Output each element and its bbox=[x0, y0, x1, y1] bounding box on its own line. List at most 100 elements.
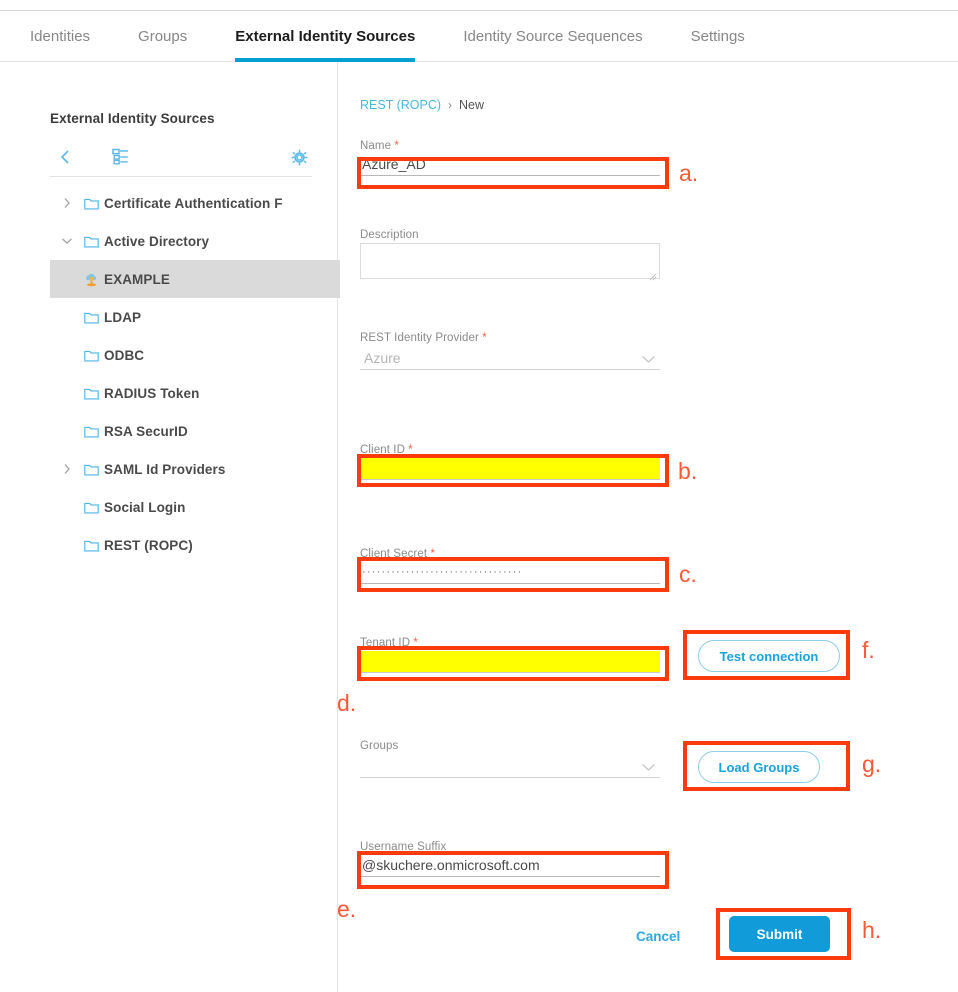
chevron-down-icon bbox=[641, 759, 656, 777]
cancel-button[interactable]: Cancel bbox=[630, 928, 686, 945]
required-marker: * bbox=[430, 548, 436, 560]
folder-icon bbox=[78, 501, 104, 514]
tree-item-label: RADIUS Token bbox=[104, 385, 200, 401]
rest-identity-provider-value: Azure bbox=[360, 346, 660, 370]
gear-icon[interactable] bbox=[286, 144, 312, 170]
chevron-down-icon[interactable] bbox=[56, 237, 78, 245]
tree-item-ldap[interactable]: LDAP bbox=[50, 298, 340, 336]
client-id-field: Client ID * bbox=[360, 444, 660, 480]
chevron-right-icon[interactable] bbox=[56, 197, 78, 209]
submit-button[interactable]: Submit bbox=[729, 916, 830, 952]
rest-identity-provider-field: REST Identity Provider * Azure bbox=[360, 332, 660, 370]
tab-label: Identities bbox=[30, 28, 91, 45]
required-marker: * bbox=[413, 637, 418, 649]
client-secret-field: Client Secret * bbox=[360, 548, 660, 584]
tree-item-saml-id-providers[interactable]: SAML Id Providers bbox=[50, 450, 340, 488]
description-field: Description bbox=[360, 229, 660, 284]
groups-value bbox=[360, 754, 660, 778]
tree-item-label: Social Login bbox=[104, 499, 186, 515]
tree-item-label: SAML Id Providers bbox=[104, 461, 226, 477]
tenant-id-input[interactable] bbox=[360, 651, 660, 673]
client-secret-input[interactable] bbox=[360, 562, 660, 584]
chevron-down-icon bbox=[641, 351, 656, 369]
tree-item-label: Certificate Authentication F bbox=[104, 195, 283, 211]
username-suffix-input[interactable] bbox=[360, 855, 660, 877]
breadcrumb-separator-icon: › bbox=[448, 98, 453, 112]
identity-source-tree: Certificate Authentication F Active Dire… bbox=[50, 184, 340, 564]
name-field: Name * bbox=[360, 140, 660, 176]
description-textarea-wrap bbox=[360, 243, 660, 284]
folder-icon bbox=[78, 311, 104, 324]
tree-item-certificate-authentication-profile[interactable]: Certificate Authentication F bbox=[50, 184, 340, 222]
description-label: Description bbox=[360, 229, 419, 241]
rest-identity-provider-label: REST Identity Provider * bbox=[360, 332, 660, 344]
client-id-label: Client ID * bbox=[360, 444, 660, 456]
tenant-id-label-text: Tenant ID bbox=[360, 637, 411, 649]
tree-item-example[interactable]: EXAMPLE bbox=[50, 260, 340, 298]
external-identity-sources-tree-panel: External Identity Sources Certificate Au… bbox=[0, 62, 340, 992]
tree-toolbar-divider bbox=[50, 176, 312, 177]
folder-icon bbox=[78, 425, 104, 438]
tree-item-label: ODBC bbox=[104, 347, 145, 363]
tab-label: External Identity Sources bbox=[235, 28, 416, 45]
breadcrumb: REST (ROPC) › New bbox=[360, 98, 484, 112]
client-secret-label-text: Client Secret bbox=[360, 548, 428, 560]
tree-item-active-directory[interactable]: Active Directory bbox=[50, 222, 340, 260]
client-secret-label: Client Secret * bbox=[360, 548, 660, 560]
folder-icon bbox=[78, 235, 104, 248]
groups-select[interactable] bbox=[360, 754, 660, 778]
breadcrumb-root-link[interactable]: REST (ROPC) bbox=[360, 98, 441, 112]
tree-item-rsa-securid[interactable]: RSA SecurID bbox=[50, 412, 340, 450]
rest-identity-provider-select[interactable]: Azure bbox=[360, 346, 660, 370]
name-input[interactable] bbox=[360, 154, 660, 176]
tree-item-label: Active Directory bbox=[104, 233, 210, 249]
tree-item-label: EXAMPLE bbox=[104, 271, 170, 287]
tab-label: Groups bbox=[138, 28, 188, 45]
tree-item-odbc[interactable]: ODBC bbox=[50, 336, 340, 374]
tab-groups[interactable]: Groups bbox=[114, 11, 211, 62]
folder-icon bbox=[78, 539, 104, 552]
username-suffix-field: Username Suffix bbox=[360, 841, 660, 877]
groups-label: Groups bbox=[360, 740, 399, 752]
ad-domain-icon bbox=[78, 272, 104, 287]
tree-view-icon[interactable] bbox=[108, 144, 134, 170]
chevron-left-icon[interactable] bbox=[52, 144, 78, 170]
tab-label: Identity Source Sequences bbox=[463, 28, 643, 45]
tab-identity-source-sequences[interactable]: Identity Source Sequences bbox=[439, 11, 666, 62]
tree-toolbar bbox=[50, 140, 312, 174]
rest-ropc-new-form: REST (ROPC) › New Name * Description RES… bbox=[338, 62, 958, 992]
name-label-text: Name bbox=[360, 140, 392, 152]
client-id-input[interactable] bbox=[360, 458, 660, 480]
tenant-id-label: Tenant ID * bbox=[360, 637, 660, 649]
tab-identities[interactable]: Identities bbox=[30, 11, 114, 62]
description-textarea[interactable] bbox=[360, 243, 660, 279]
folder-icon bbox=[78, 349, 104, 362]
tab-external-identity-sources[interactable]: External Identity Sources bbox=[211, 11, 439, 62]
tab-list: Identities Groups External Identity Sour… bbox=[30, 11, 769, 62]
required-marker: * bbox=[394, 140, 399, 152]
tab-label: Settings bbox=[690, 28, 745, 45]
folder-icon bbox=[78, 387, 104, 400]
tenant-id-field: Tenant ID * bbox=[360, 637, 660, 673]
tree-item-rest-ropc[interactable]: REST (ROPC) bbox=[50, 526, 340, 564]
load-groups-button[interactable]: Load Groups bbox=[698, 751, 820, 783]
required-marker: * bbox=[408, 444, 413, 456]
folder-icon bbox=[78, 197, 104, 210]
tree-item-label: REST (ROPC) bbox=[104, 537, 193, 553]
tab-settings[interactable]: Settings bbox=[667, 11, 769, 62]
tree-item-social-login[interactable]: Social Login bbox=[50, 488, 340, 526]
client-id-label-text: Client ID bbox=[360, 444, 405, 456]
folder-icon bbox=[78, 463, 104, 476]
tree-item-label: RSA SecurID bbox=[104, 423, 188, 439]
tree-panel-title: External Identity Sources bbox=[50, 111, 215, 126]
username-suffix-label: Username Suffix bbox=[360, 841, 447, 853]
name-label: Name * bbox=[360, 140, 660, 152]
groups-field: Groups bbox=[360, 740, 660, 778]
chevron-right-icon[interactable] bbox=[56, 463, 78, 475]
breadcrumb-current: New bbox=[459, 98, 485, 112]
tree-item-radius-token[interactable]: RADIUS Token bbox=[50, 374, 340, 412]
tree-item-label: LDAP bbox=[104, 309, 142, 325]
required-marker: * bbox=[482, 332, 487, 344]
rest-identity-provider-label-text: REST Identity Provider bbox=[360, 332, 479, 344]
test-connection-button[interactable]: Test connection bbox=[698, 640, 840, 672]
